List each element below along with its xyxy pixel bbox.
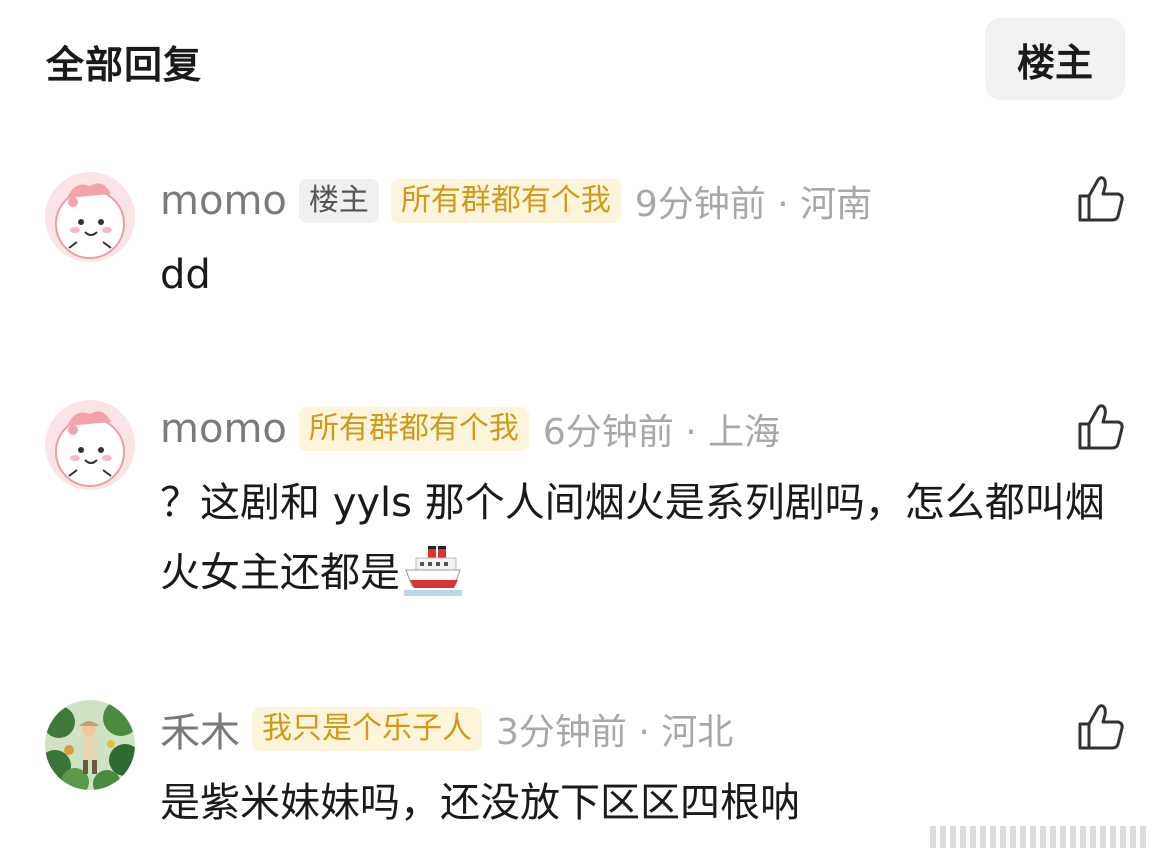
page-title: 全部回复 xyxy=(46,43,203,87)
pink-cartoon-avatar-icon xyxy=(45,400,135,490)
comment-text: ？这剧和 yyls 那个人间烟火是系列剧吗，怎么都叫烟火女主还都是 xyxy=(160,468,1120,608)
comment-meta: momo 所有群都有个我 6分钟前 · 上海 xyxy=(160,404,780,454)
garden-figure-avatar-icon xyxy=(45,700,135,790)
user-badge: 我只是个乐子人 xyxy=(252,707,482,751)
username[interactable]: momo xyxy=(160,178,287,224)
thumbs-up-icon[interactable] xyxy=(1076,402,1126,452)
avatar[interactable] xyxy=(45,700,135,790)
thumbs-up-icon[interactable] xyxy=(1076,174,1126,224)
time-location: 3分钟前 · 河北 xyxy=(496,712,734,753)
op-tag: 楼主 xyxy=(298,179,379,223)
comment-text-content: ？这剧和 yyls 那个人间烟火是系列剧吗，怎么都叫烟火女主还都是 xyxy=(160,480,1105,596)
avatar[interactable] xyxy=(45,172,135,262)
thumbs-up-icon[interactable] xyxy=(1076,702,1126,752)
watermark-bars xyxy=(930,826,1146,848)
op-only-filter-button[interactable]: 楼主 xyxy=(985,18,1125,100)
ship-icon xyxy=(404,546,462,596)
comment-text: dd xyxy=(160,252,211,298)
pink-cartoon-avatar-icon xyxy=(45,172,135,262)
time-location: 9分钟前 · 河南 xyxy=(634,184,873,225)
replies-page: 全部回复 楼主 momo 楼主 所有群都有个我 9分钟前 · 河南 dd mom… xyxy=(0,0,1169,867)
username[interactable]: 禾木 xyxy=(160,700,240,758)
user-badge: 所有群都有个我 xyxy=(390,179,621,223)
username[interactable]: momo xyxy=(160,406,287,452)
user-badge: 所有群都有个我 xyxy=(298,407,529,451)
comment-meta: 禾木 我只是个乐子人 3分钟前 · 河北 xyxy=(160,704,734,756)
time-location: 6分钟前 · 上海 xyxy=(542,412,781,453)
avatar[interactable] xyxy=(45,400,135,490)
comment-meta: momo 楼主 所有群都有个我 9分钟前 · 河南 xyxy=(160,176,872,226)
